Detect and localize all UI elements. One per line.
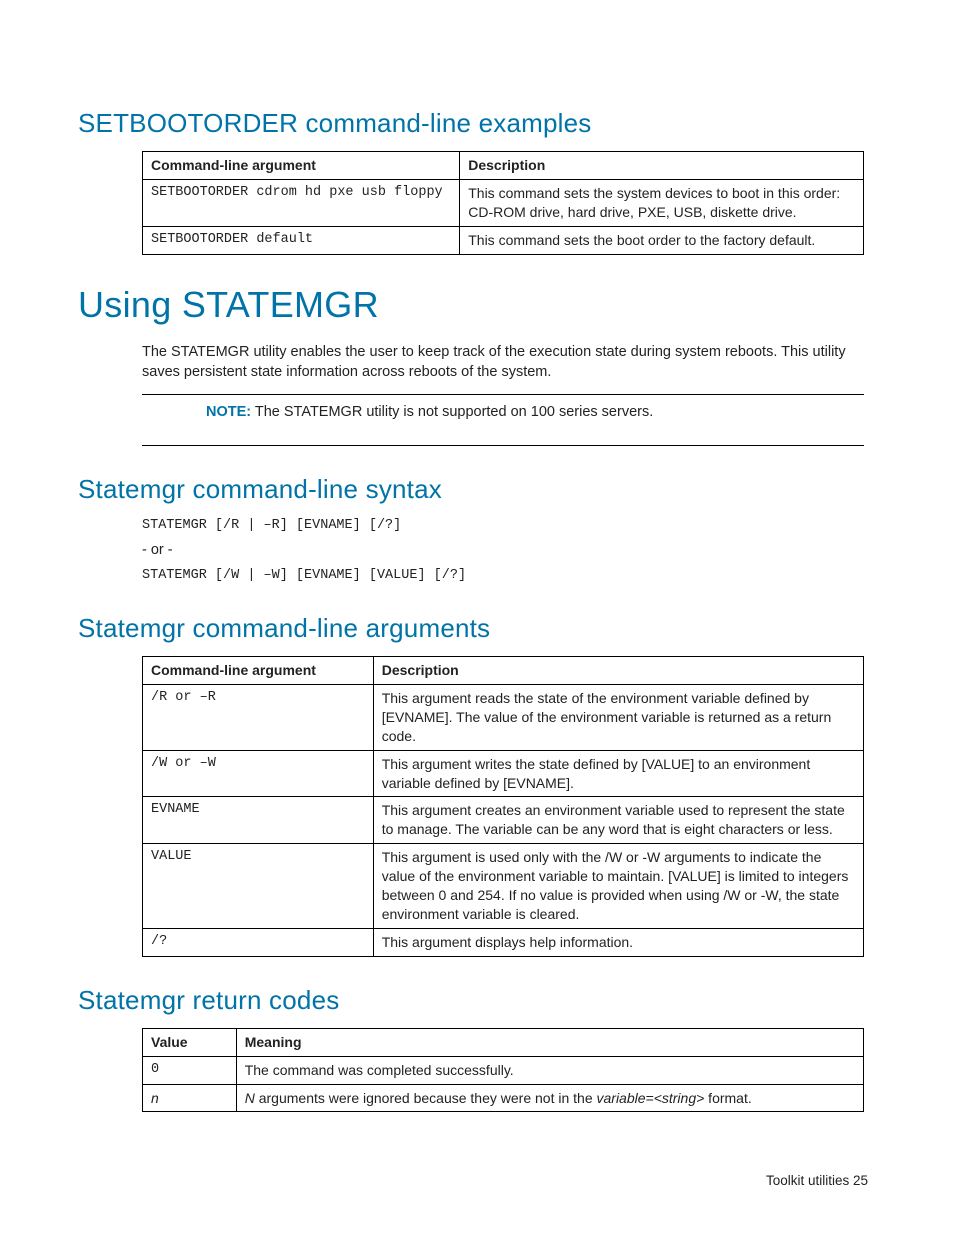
- cell-desc: This argument writes the state defined b…: [373, 750, 863, 797]
- heading-statemgr-return-codes: Statemgr return codes: [78, 983, 876, 1018]
- table-row: n N arguments were ignored because they …: [143, 1084, 864, 1112]
- col-header-arg: Command-line argument: [143, 152, 460, 180]
- cell-arg: SETBOOTORDER cdrom hd pxe usb floppy: [143, 179, 460, 226]
- cell-arg: EVNAME: [143, 797, 374, 844]
- cell-meaning: The command was completed successfully.: [236, 1056, 863, 1084]
- col-header-value: Value: [143, 1028, 237, 1056]
- table-row: /?This argument displays help informatio…: [143, 928, 864, 956]
- syntax-line-1: STATEMGR [/R | –R] [EVNAME] [/?]: [142, 517, 864, 535]
- col-header-desc: Description: [460, 152, 864, 180]
- table-statemgr-return-codes: Value Meaning 0 The command was complete…: [142, 1028, 864, 1113]
- col-header-arg: Command-line argument: [143, 657, 374, 685]
- cell-arg: /R or –R: [143, 685, 374, 751]
- heading-statemgr-arguments: Statemgr command-line arguments: [78, 611, 876, 646]
- cell-arg: VALUE: [143, 844, 374, 929]
- table-row: SETBOOTORDER default This command sets t…: [143, 226, 864, 254]
- cell-value: n: [143, 1084, 237, 1112]
- table-row: VALUEThis argument is used only with the…: [143, 844, 864, 929]
- heading-statemgr-syntax: Statemgr command-line syntax: [78, 472, 876, 507]
- paragraph-intro: The STATEMGR utility enables the user to…: [142, 343, 864, 382]
- table-row: 0 The command was completed successfully…: [143, 1056, 864, 1084]
- cell-desc: This argument creates an environment var…: [373, 797, 863, 844]
- table-row: EVNAMEThis argument creates an environme…: [143, 797, 864, 844]
- cell-meaning: N arguments were ignored because they we…: [236, 1084, 863, 1112]
- heading-setbootorder-examples: SETBOOTORDER command-line examples: [78, 106, 876, 141]
- cell-desc: This argument displays help information.: [373, 928, 863, 956]
- table-row: SETBOOTORDER cdrom hd pxe usb floppy Thi…: [143, 179, 864, 226]
- note-box: NOTE: The STATEMGR utility is not suppor…: [142, 394, 864, 446]
- cell-arg: /W or –W: [143, 750, 374, 797]
- table-row: /R or –RThis argument reads the state of…: [143, 685, 864, 751]
- note-text: The STATEMGR utility is not supported on…: [251, 404, 653, 420]
- table-setbootorder-examples: Command-line argument Description SETBOO…: [142, 151, 864, 255]
- cell-arg: /?: [143, 928, 374, 956]
- col-header-meaning: Meaning: [236, 1028, 863, 1056]
- syntax-line-2: STATEMGR [/W | –W] [EVNAME] [VALUE] [/?]: [142, 567, 864, 585]
- cell-desc: This argument is used only with the /W o…: [373, 844, 863, 929]
- note-label: NOTE:: [206, 404, 251, 420]
- table-statemgr-arguments: Command-line argument Description /R or …: [142, 656, 864, 957]
- cell-desc: This argument reads the state of the env…: [373, 685, 863, 751]
- col-header-desc: Description: [373, 657, 863, 685]
- syntax-or-separator: - or -: [142, 541, 864, 561]
- cell-desc: This command sets the system devices to …: [460, 179, 864, 226]
- page-footer: Toolkit utilities 25: [78, 1172, 868, 1190]
- cell-desc: This command sets the boot order to the …: [460, 226, 864, 254]
- table-row: /W or –WThis argument writes the state d…: [143, 750, 864, 797]
- cell-value: 0: [143, 1056, 237, 1084]
- cell-arg: SETBOOTORDER default: [143, 226, 460, 254]
- heading-using-statemgr: Using STATEMGR: [78, 281, 876, 330]
